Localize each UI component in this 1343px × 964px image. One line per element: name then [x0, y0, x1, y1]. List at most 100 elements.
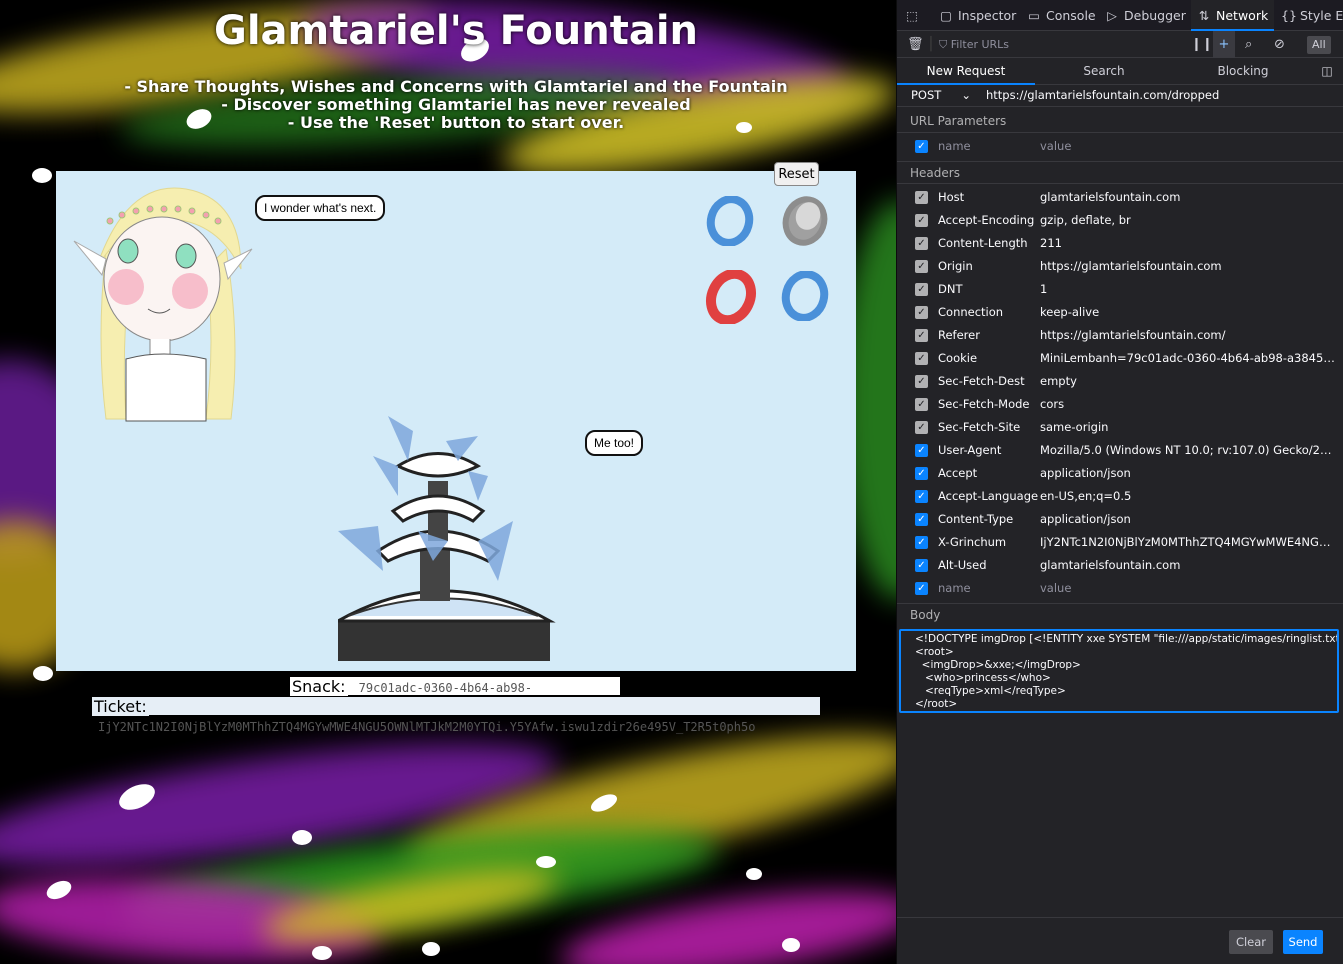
header-value[interactable]: cors: [1040, 393, 1338, 416]
header-name[interactable]: Cookie: [938, 347, 1038, 370]
method-select[interactable]: POST ⌄: [905, 85, 977, 106]
checkbox[interactable]: ✓: [915, 140, 928, 153]
checkbox[interactable]: ✓: [915, 559, 928, 572]
header-value[interactable]: same-origin: [1040, 416, 1338, 439]
header-name[interactable]: Content-Type: [938, 508, 1038, 531]
checkbox[interactable]: ✓: [915, 444, 928, 457]
tab-network[interactable]: ⇅ Network: [1191, 0, 1275, 31]
header-value-input[interactable]: value: [1040, 577, 1338, 600]
header-name-input[interactable]: name: [938, 577, 1038, 600]
header-name[interactable]: Accept: [938, 462, 1038, 485]
checkbox[interactable]: ✓: [915, 513, 928, 526]
checkbox[interactable]: ✓: [915, 237, 928, 250]
checkbox[interactable]: ✓: [915, 283, 928, 296]
checkbox[interactable]: ✓: [915, 214, 928, 227]
checkbox[interactable]: ✓: [915, 582, 928, 595]
block-icon[interactable]: ⊘: [1274, 31, 1285, 58]
search-icon[interactable]: ⌕: [1245, 31, 1252, 58]
header-row: ✓ Content-Length 211: [897, 232, 1343, 255]
snow-dot: [292, 830, 312, 845]
panel-toggle-icon[interactable]: ◫: [1317, 58, 1337, 85]
header-value[interactable]: glamtarielsfountain.com: [1040, 186, 1338, 209]
header-value[interactable]: 211: [1040, 232, 1338, 255]
header-name[interactable]: Sec-Fetch-Site: [938, 416, 1038, 439]
header-name[interactable]: User-Agent: [938, 439, 1038, 462]
url-input[interactable]: https://glamtarielsfountain.com/dropped: [981, 85, 1337, 106]
ticket-value: IjY2NTc1N2I0NjBlYzM0MThhZTQ4MGYwMWE4NGU5…: [98, 720, 756, 734]
checkbox[interactable]: ✓: [915, 490, 928, 503]
ring-blue-1-icon[interactable]: [705, 196, 755, 246]
header-value[interactable]: application/json: [1040, 508, 1338, 531]
checkbox[interactable]: ✓: [915, 352, 928, 365]
snow-dot: [33, 666, 53, 681]
param-value-input[interactable]: value: [1040, 135, 1338, 158]
ring-grey-icon[interactable]: [780, 194, 830, 248]
fountain-speech-bubble: Me too!: [585, 430, 644, 456]
header-name[interactable]: DNT: [938, 278, 1038, 301]
header-name[interactable]: Accept-Language: [938, 485, 1038, 508]
header-value[interactable]: MiniLembanh=79c01adc-0360-4b64-ab98-a384…: [1040, 347, 1338, 370]
tab-console[interactable]: ▭ Console: [1027, 0, 1096, 31]
header-name[interactable]: Connection: [938, 301, 1038, 324]
devtools-panel: ⬚ ▢ Inspector ▭ Console ▷ Debugger ⇅ Network…: [896, 0, 1343, 964]
header-value[interactable]: keep-alive: [1040, 301, 1338, 324]
header-value[interactable]: application/json: [1040, 462, 1338, 485]
checkbox[interactable]: ✓: [915, 421, 928, 434]
tab-style-editor[interactable]: {} Style E: [1281, 0, 1343, 31]
header-name[interactable]: Host: [938, 186, 1038, 209]
header-name[interactable]: X-Grinchum: [938, 531, 1038, 554]
filter-urls-input[interactable]: ⛉ Filter URLs: [939, 31, 1009, 58]
checkbox[interactable]: ✓: [915, 191, 928, 204]
header-row: ✓ User-Agent Mozilla/5.0 (Windows NT 10.0;…: [897, 439, 1343, 462]
element-picker-icon[interactable]: ⬚: [905, 0, 924, 31]
checkbox[interactable]: ✓: [915, 260, 928, 273]
header-name[interactable]: Referer: [938, 324, 1038, 347]
request-body-textarea[interactable]: <!DOCTYPE imgDrop [<!ENTITY xxe SYSTEM "…: [899, 629, 1339, 713]
reset-button[interactable]: Reset: [774, 162, 819, 186]
funnel-icon: ⛉: [939, 38, 951, 51]
header-row: ✓ Sec-Fetch-Dest empty: [897, 370, 1343, 393]
header-name[interactable]: Content-Length: [938, 232, 1038, 255]
tab-new-request[interactable]: New Request: [897, 58, 1035, 85]
checkbox[interactable]: ✓: [915, 398, 928, 411]
send-button[interactable]: Send: [1283, 930, 1323, 954]
header-value[interactable]: https://glamtarielsfountain.com: [1040, 255, 1338, 278]
header-name[interactable]: Origin: [938, 255, 1038, 278]
checkbox[interactable]: ✓: [915, 467, 928, 480]
new-request-plus-icon[interactable]: +: [1213, 31, 1235, 58]
ticket-label: Ticket:: [92, 697, 149, 716]
tab-debugger[interactable]: ▷ Debugger: [1105, 0, 1186, 31]
header-value[interactable]: en-US,en;q=0.5: [1040, 485, 1338, 508]
filter-all-button[interactable]: All: [1307, 36, 1331, 54]
header-row: ✓ Content-Type application/json: [897, 508, 1343, 531]
checkbox[interactable]: ✓: [915, 536, 928, 549]
tab-blocking[interactable]: Blocking: [1173, 58, 1313, 85]
checkbox[interactable]: ✓: [915, 306, 928, 319]
princess-speech-bubble: I wonder what's next.: [255, 195, 386, 221]
header-value[interactable]: Mozilla/5.0 (Windows NT 10.0; rv:107.0) …: [1040, 439, 1338, 462]
fountain-page: Glamtariel's Fountain - Share Thoughts, …: [0, 0, 896, 964]
header-value[interactable]: IjY2NTc1N2I0NjBlYzM0MThhZTQ4MGYwMWE4NGU5…: [1040, 531, 1338, 554]
header-name[interactable]: Accept-Encoding: [938, 209, 1038, 232]
tab-search[interactable]: Search: [1035, 58, 1173, 85]
header-value[interactable]: glamtarielsfountain.com: [1040, 554, 1338, 577]
header-value[interactable]: https://glamtarielsfountain.com/: [1040, 324, 1338, 347]
header-name[interactable]: Sec-Fetch-Mode: [938, 393, 1038, 416]
snow-dot: [312, 946, 332, 960]
clear-button[interactable]: Clear: [1229, 930, 1273, 954]
header-value[interactable]: gzip, deflate, br: [1040, 209, 1338, 232]
checkbox[interactable]: ✓: [915, 375, 928, 388]
tagline-1: - Share Thoughts, Wishes and Concerns wi…: [124, 77, 788, 96]
tab-inspector[interactable]: ▢ Inspector: [939, 0, 1016, 31]
ring-red-icon[interactable]: [704, 270, 758, 324]
checkbox[interactable]: ✓: [915, 329, 928, 342]
ring-blue-2-icon[interactable]: [780, 271, 830, 321]
pause-icon[interactable]: ❙❙: [1191, 31, 1213, 58]
header-name[interactable]: Sec-Fetch-Dest: [938, 370, 1038, 393]
trash-icon[interactable]: 🗑: [907, 31, 924, 58]
header-row: ✓ Origin https://glamtarielsfountain.com: [897, 255, 1343, 278]
header-value[interactable]: empty: [1040, 370, 1338, 393]
header-name[interactable]: Alt-Used: [938, 554, 1038, 577]
header-value[interactable]: 1: [1040, 278, 1338, 301]
param-name-input[interactable]: name: [938, 135, 1038, 158]
